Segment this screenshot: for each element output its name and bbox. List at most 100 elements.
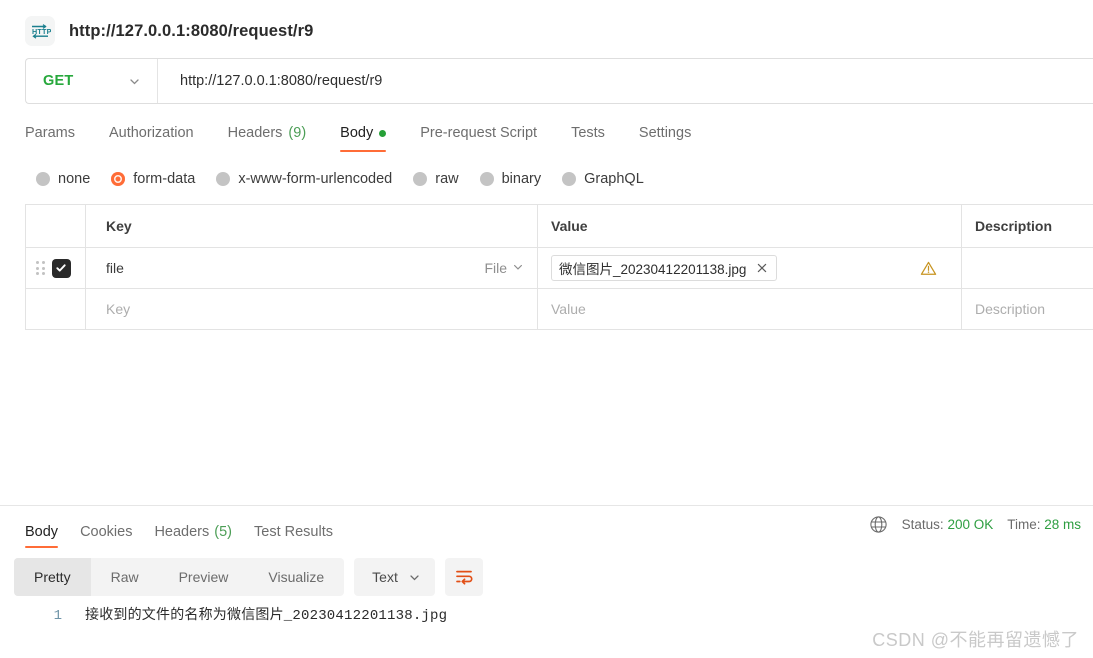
time-value: 28 ms	[1044, 517, 1081, 532]
row-type-selector[interactable]: File	[484, 260, 524, 276]
placeholder-description-cell[interactable]: Description	[962, 289, 1093, 329]
response-tab-test-results[interactable]: Test Results	[243, 524, 344, 548]
header-cell-handle	[26, 205, 86, 247]
tab-headers-count: (9)	[288, 125, 307, 141]
tab-settings-label: Settings	[638, 125, 692, 141]
radio-none[interactable]: none	[36, 171, 90, 187]
response-toolbar: Pretty Raw Preview Visualize Text	[14, 558, 483, 596]
response-view-segmented-control: Pretty Raw Preview Visualize	[14, 558, 345, 596]
response-meta: Status: 200 OK Time: 28 ms	[869, 515, 1081, 534]
radio-raw-label: raw	[435, 171, 459, 187]
view-visualize-button[interactable]: Visualize	[248, 558, 344, 596]
body-modified-dot-icon	[379, 129, 387, 137]
globe-icon	[869, 515, 888, 534]
tab-pre-request-script-label: Pre-request Script	[420, 125, 538, 141]
radio-binary-icon	[479, 172, 494, 186]
radio-graphql-icon	[562, 172, 577, 186]
http-icon: HTTP	[25, 16, 55, 46]
placeholder-key-cell[interactable]: Key	[86, 289, 538, 329]
response-tab-headers-label: Headers	[154, 524, 210, 540]
header-cell-value: Value	[538, 205, 962, 247]
row-key-cell[interactable]: file File	[86, 248, 538, 288]
tab-body-label: Body	[340, 125, 374, 141]
radio-form-data[interactable]: form-data	[111, 171, 195, 187]
response-tab-cookies[interactable]: Cookies	[69, 524, 143, 548]
radio-form-data-icon	[111, 172, 126, 186]
response-tab-headers-count: (5)	[214, 524, 232, 540]
tab-pre-request-script[interactable]: Pre-request Script	[403, 125, 554, 152]
placeholder-handle-cell	[26, 289, 86, 329]
radio-graphql-label: GraphQL	[584, 171, 644, 187]
table-placeholder-row: Key Value Description	[26, 289, 1093, 330]
response-body-text: 接收到的文件的名称为微信图片_20230412201138.jpg	[85, 608, 448, 624]
url-input[interactable]: http://127.0.0.1:8080/request/r9	[158, 59, 1093, 103]
table-row: file File 微信图片_20230412201138.jpg	[26, 248, 1093, 289]
response-tab-test-results-label: Test Results	[254, 524, 333, 540]
request-bar-container: GET http://127.0.0.1:8080/request/r9	[0, 58, 1093, 104]
window-titlebar: HTTP http://127.0.0.1:8080/request/r9	[0, 0, 1093, 58]
response-tab-body-label: Body	[25, 524, 59, 540]
chevron-down-icon	[512, 260, 524, 276]
form-data-table: Key Value Description file File 微信图片_202…	[25, 204, 1093, 330]
page-title: http://127.0.0.1:8080/request/r9	[69, 21, 314, 40]
tab-settings[interactable]: Settings	[622, 125, 708, 152]
warning-triangle-icon	[920, 260, 937, 277]
status-value: 200 OK	[947, 517, 994, 532]
row-checkbox[interactable]	[51, 258, 71, 278]
tab-body[interactable]: Body	[323, 125, 403, 152]
column-header-key: Key	[106, 218, 132, 234]
row-value-cell[interactable]: 微信图片_20230412201138.jpg	[538, 248, 962, 288]
tab-params[interactable]: Params	[25, 125, 92, 152]
method-label: GET	[43, 73, 74, 89]
file-chip-name: 微信图片_20230412201138.jpg	[559, 261, 747, 277]
time-label: Time:	[1007, 517, 1041, 532]
radio-graphql[interactable]: GraphQL	[562, 171, 644, 187]
row-type-label: File	[484, 260, 507, 276]
placeholder-value-label: Value	[551, 301, 586, 317]
tab-headers-label: Headers	[227, 125, 283, 141]
time-badge[interactable]: Time: 28 ms	[1007, 517, 1081, 532]
tab-authorization[interactable]: Authorization	[92, 125, 211, 152]
radio-binary-label: binary	[501, 171, 542, 187]
radio-raw[interactable]: raw	[413, 171, 459, 187]
response-tab-cookies-label: Cookies	[80, 524, 133, 540]
tab-tests[interactable]: Tests	[554, 125, 622, 152]
view-raw-button[interactable]: Raw	[91, 558, 159, 596]
row-handle-cell	[26, 248, 86, 288]
tab-params-label: Params	[25, 125, 75, 141]
tab-authorization-label: Authorization	[108, 125, 194, 141]
status-badge[interactable]: Status: 200 OK	[902, 517, 994, 532]
response-body-viewer[interactable]: 1 接收到的文件的名称为微信图片_20230412201138.jpg	[0, 604, 1093, 624]
response-tab-headers[interactable]: Headers (5)	[143, 524, 243, 548]
file-chip[interactable]: 微信图片_20230412201138.jpg	[551, 255, 778, 281]
placeholder-key-label: Key	[106, 301, 131, 317]
radio-binary[interactable]: binary	[479, 171, 542, 187]
close-icon[interactable]	[756, 262, 768, 274]
tab-tests-label: Tests	[571, 125, 605, 141]
response-tab-body[interactable]: Body	[14, 524, 69, 548]
drag-handle-icon[interactable]	[36, 261, 45, 275]
column-header-description: Description	[975, 218, 1053, 234]
header-cell-description: Description	[962, 205, 1093, 247]
radio-none-icon	[36, 172, 50, 186]
body-type-radio-group: none form-data x-www-form-urlencoded raw…	[0, 152, 1093, 192]
request-bar: GET http://127.0.0.1:8080/request/r9	[25, 58, 1093, 104]
request-tabs: Params Authorization Headers (9) Body Pr…	[0, 104, 1093, 152]
row-description-cell[interactable]	[962, 248, 1093, 288]
tab-headers[interactable]: Headers (9)	[211, 125, 324, 152]
placeholder-value-cell[interactable]: Value	[538, 289, 962, 329]
chevron-down-icon	[128, 75, 141, 88]
view-preview-button[interactable]: Preview	[159, 558, 249, 596]
response-format-label: Text	[372, 569, 398, 585]
response-format-dropdown[interactable]: Text	[354, 558, 435, 596]
view-pretty-button[interactable]: Pretty	[14, 558, 91, 596]
line-number: 1	[53, 608, 62, 624]
placeholder-description-label: Description	[975, 301, 1046, 317]
status-label: Status:	[901, 517, 944, 532]
radio-x-www-form-urlencoded[interactable]: x-www-form-urlencoded	[216, 171, 392, 187]
method-selector[interactable]: GET	[26, 59, 158, 103]
chevron-down-icon	[408, 571, 421, 584]
column-header-value: Value	[551, 218, 588, 234]
row-key-value: file	[106, 260, 124, 276]
word-wrap-icon[interactable]	[444, 558, 483, 596]
